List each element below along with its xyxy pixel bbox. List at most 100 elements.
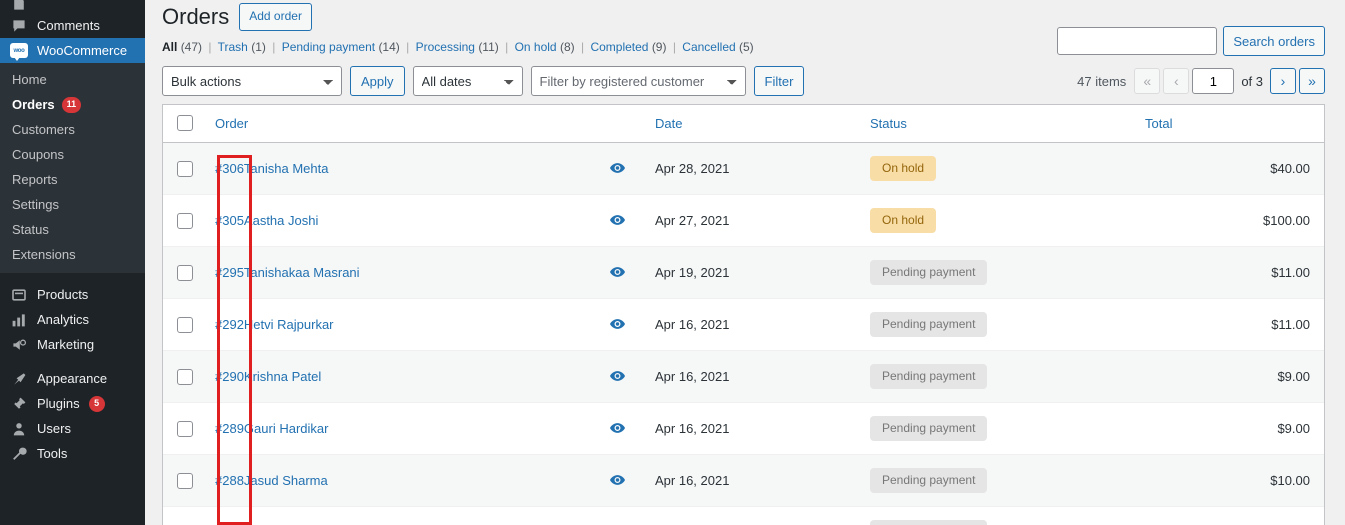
status-link-trash[interactable]: Trash (218, 40, 248, 54)
column-header-status[interactable]: Status (860, 105, 1135, 144)
preview-eye-icon[interactable] (610, 369, 625, 384)
sidebar-item-home[interactable]: Home (0, 67, 145, 92)
sidebar-item-status[interactable]: Status (0, 217, 145, 242)
order-customer-link[interactable]: Tanisha Mehta (244, 161, 329, 176)
date-cell: Apr 16, 2021 (645, 454, 860, 508)
order-customer-link[interactable]: Jasud Sharma (244, 473, 328, 488)
row-checkbox[interactable] (177, 316, 193, 333)
order-customer-link[interactable]: Aastha Joshi (244, 213, 318, 228)
status-link-pending-payment[interactable]: Pending payment (282, 40, 375, 54)
add-order-button[interactable]: Add order (239, 2, 312, 32)
status-link-completed[interactable]: Completed (590, 40, 648, 54)
order-number-link[interactable]: #306 (215, 161, 244, 176)
status-count-cancelled: (5) (739, 40, 754, 54)
sidebar-item-label: Plugins (37, 396, 80, 411)
table-row: #286Bushra Merchant Apr 16, 2021 Pending p… (163, 506, 1324, 525)
order-customer-link[interactable]: Gauri Hardikar (244, 421, 329, 436)
sidebar-item-products[interactable]: Products (0, 282, 145, 307)
order-number-link[interactable]: #288 (215, 473, 244, 488)
preview-eye-icon[interactable] (610, 265, 625, 280)
sidebar-item-plugins[interactable]: Plugins 5 (0, 391, 145, 416)
page-title: Orders (162, 3, 230, 29)
date-filter-select[interactable]: All dates (412, 66, 523, 97)
order-number-link[interactable]: #292 (215, 317, 244, 332)
row-select-cell (163, 506, 205, 525)
sidebar-subitem-label: Coupons (12, 147, 65, 162)
order-cell: #286Bushra Merchant (205, 506, 590, 525)
preview-eye-icon[interactable] (610, 317, 625, 332)
bulk-actions-select[interactable]: Bulk actions (162, 66, 342, 97)
row-checkbox[interactable] (177, 420, 193, 437)
separator: | (208, 40, 212, 54)
sidebar-item-reports[interactable]: Reports (0, 167, 145, 192)
column-header-date[interactable]: Date (645, 105, 860, 144)
column-header-total[interactable]: Total (1135, 105, 1324, 144)
row-checkbox[interactable] (177, 160, 193, 177)
order-customer-link[interactable]: Tanishakaa Masrani (244, 265, 360, 280)
sidebar-item-extensions[interactable]: Extensions (0, 242, 145, 267)
order-customer-link[interactable]: Krishna Patel (244, 369, 321, 384)
column-header-order[interactable]: Order (205, 105, 590, 144)
status-count-processing: (11) (478, 40, 499, 54)
order-number-link[interactable]: #305 (215, 213, 244, 228)
table-row: #306Tanisha Mehta Apr 28, 2021 On hold $40.… (163, 142, 1324, 196)
sidebar-item-appearance[interactable]: Appearance (0, 366, 145, 391)
sidebar-item-settings[interactable]: Settings (0, 192, 145, 217)
preview-eye-icon[interactable] (610, 473, 625, 488)
order-customer-link[interactable]: Hetvi Rajpurkar (244, 317, 334, 332)
appearance-icon (10, 370, 28, 388)
order-number: #295 (215, 265, 244, 281)
status-link-on-hold[interactable]: On hold (515, 40, 557, 54)
orders-table-container: Order Date Status Total #306Tanisha Meht… (162, 104, 1325, 525)
row-checkbox[interactable] (177, 368, 193, 385)
first-page-button[interactable]: « (1134, 68, 1161, 94)
sidebar-subitem-label: Status (12, 222, 49, 237)
status-link-all[interactable]: All (162, 40, 177, 54)
prev-page-button[interactable]: ‹ (1163, 68, 1190, 94)
preview-eye-icon[interactable] (610, 421, 625, 436)
last-page-button[interactable]: » (1299, 68, 1325, 94)
customer-filter-select[interactable]: Filter by registered customer (530, 66, 746, 97)
analytics-icon (10, 311, 28, 329)
sidebar-item-comments[interactable]: Comments (0, 13, 145, 38)
row-checkbox[interactable] (177, 264, 193, 281)
sidebar-item-marketing[interactable]: Marketing (0, 332, 145, 357)
order-cell: #290Krishna Patel (205, 350, 590, 404)
sidebar-item-orders[interactable]: Orders 11 (0, 92, 145, 117)
sidebar-item-label: WooCommerce (37, 43, 128, 58)
sidebar-divider (0, 273, 145, 282)
sidebar-item-users[interactable]: Users (0, 416, 145, 441)
sidebar-item-customers[interactable]: Customers (0, 117, 145, 142)
sidebar-item-woocommerce[interactable]: woo WooCommerce (0, 38, 145, 63)
order-number-link[interactable]: #290 (215, 369, 244, 384)
select-all-checkbox[interactable] (177, 115, 193, 132)
status-link-cancelled[interactable]: Cancelled (682, 40, 735, 54)
order-cell: #289Gauri Hardikar (205, 402, 590, 456)
row-checkbox[interactable] (177, 212, 193, 229)
status-link-processing[interactable]: Processing (416, 40, 475, 54)
sidebar-item-truncated-top[interactable] (0, 0, 145, 13)
filter-button[interactable]: Filter (753, 66, 805, 97)
plugins-count-badge: 5 (88, 395, 105, 412)
order-customer: Hetvi Rajpurkar (243, 317, 334, 333)
sidebar-item-analytics[interactable]: Analytics (0, 307, 145, 332)
search-orders-button[interactable]: Search orders (1223, 26, 1325, 56)
preview-eye-icon[interactable] (610, 161, 625, 176)
apply-button[interactable]: Apply (350, 66, 405, 97)
order-number: #306 (215, 161, 244, 177)
current-page-input[interactable] (1192, 68, 1235, 94)
sidebar-item-tools[interactable]: Tools (0, 441, 145, 466)
preview-cell (590, 246, 645, 300)
sidebar-item-coupons[interactable]: Coupons (0, 142, 145, 167)
preview-eye-icon[interactable] (610, 213, 625, 228)
date-cell: Apr 28, 2021 (645, 142, 860, 196)
search-input[interactable] (1057, 27, 1218, 55)
order-number-link[interactable]: #289 (215, 421, 244, 436)
row-checkbox[interactable] (177, 472, 193, 489)
order-customer: Tanishakaa Masrani (243, 265, 360, 281)
separator: | (272, 40, 276, 54)
total-pages-label: of 3 (1241, 73, 1263, 89)
next-page-button[interactable]: › (1270, 68, 1296, 94)
table-header-row: Order Date Status Total (163, 105, 1324, 144)
order-number-link[interactable]: #295 (215, 265, 244, 280)
